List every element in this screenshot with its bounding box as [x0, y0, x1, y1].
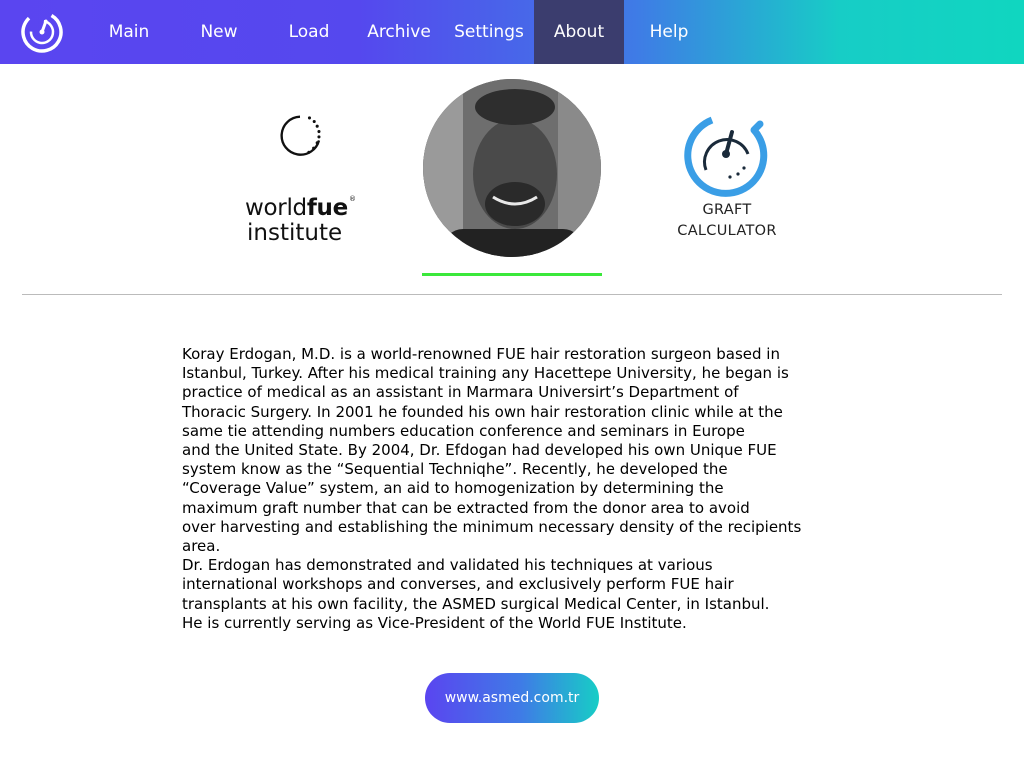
graft-calculator-logo-text: GRAFT CALCULATOR — [677, 202, 777, 239]
portrait-silhouette-icon — [423, 79, 601, 257]
surgeon-portrait — [423, 79, 601, 257]
website-link-button[interactable]: www.asmed.com.tr — [425, 673, 599, 723]
selected-underline — [422, 273, 602, 276]
nav-about[interactable]: About — [534, 0, 624, 64]
wfi-logo-line2: institute — [247, 220, 343, 246]
section-divider — [22, 294, 1002, 295]
gauge-logo-icon[interactable] — [20, 10, 64, 54]
wfi-logo-line1: worldfue® — [245, 195, 356, 221]
nav-load[interactable]: Load — [264, 0, 354, 64]
nav-main[interactable]: Main — [84, 0, 174, 64]
biography-text: Koray Erdogan, M.D. is a world-renowned … — [182, 345, 802, 632]
nav-archive[interactable]: Archive — [354, 0, 444, 64]
nav-settings[interactable]: Settings — [444, 0, 534, 64]
main-menu: Main New Load Archive Settings About Hel… — [84, 0, 714, 64]
world-fue-institute-logo-icon — [280, 115, 321, 156]
nav-new[interactable]: New — [174, 0, 264, 64]
top-nav-bar: Main New Load Archive Settings About Hel… — [0, 0, 1024, 64]
graft-calculator-logo-icon — [684, 116, 768, 197]
nav-help[interactable]: Help — [624, 0, 714, 64]
